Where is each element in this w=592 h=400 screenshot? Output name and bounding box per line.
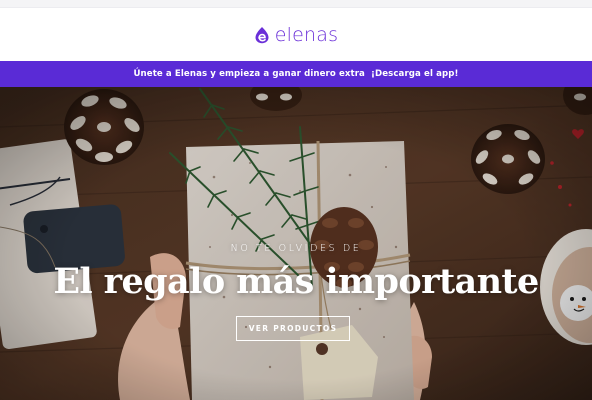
elenas-logo[interactable]: elenas xyxy=(254,24,338,46)
brand-name: elenas xyxy=(274,23,339,46)
hero-title: El regalo más importante xyxy=(53,261,539,302)
hero-eyebrow: NO TE OLVIDES DE xyxy=(230,243,362,254)
site-header: elenas xyxy=(0,8,592,61)
browser-top-strip xyxy=(0,0,592,8)
hero-banner: NO TE OLVIDES DE El regalo más important… xyxy=(0,87,592,400)
promo-text: Únete a Elenas y empieza a ganar dinero … xyxy=(133,69,365,79)
promo-bar: Únete a Elenas y empieza a ganar dinero … xyxy=(0,61,592,87)
download-app-link[interactable]: ¡Descarga el app! xyxy=(371,69,459,79)
elenas-drop-logo-icon xyxy=(255,26,269,43)
view-products-button[interactable]: VER PRODUCTOS xyxy=(236,316,350,341)
